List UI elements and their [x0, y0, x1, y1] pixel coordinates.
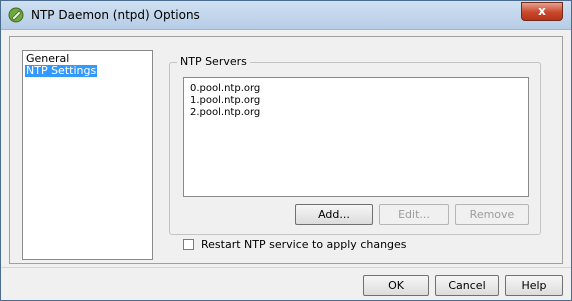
footer-divider [1, 267, 571, 268]
add-server-button[interactable]: Add... [295, 204, 373, 225]
app-icon [8, 7, 24, 23]
title-bar[interactable]: NTP Daemon (ntpd) Options x [1, 1, 571, 30]
window-title: NTP Daemon (ntpd) Options [31, 8, 200, 22]
ok-button[interactable]: OK [363, 275, 429, 296]
close-icon: x [538, 4, 546, 18]
list-item[interactable]: 0.pool.ntp.org [190, 83, 260, 95]
restart-ntp-checkbox-label: Restart NTP service to apply changes [201, 238, 407, 251]
cancel-button[interactable]: Cancel [435, 275, 499, 296]
nav-item-ntp-settings[interactable]: NTP Settings [25, 65, 98, 77]
help-button[interactable]: Help [505, 275, 563, 296]
ntp-servers-group-label: NTP Servers [177, 56, 250, 68]
edit-server-button[interactable]: Edit... [379, 204, 449, 225]
ntp-server-list[interactable]: 0.pool.ntp.org 1.pool.ntp.org 2.pool.ntp… [183, 77, 529, 197]
remove-server-button[interactable]: Remove [455, 204, 529, 225]
restart-ntp-checkbox[interactable] [183, 239, 194, 250]
dialog-window: NTP Daemon (ntpd) Options x General NTP … [0, 0, 572, 301]
list-item[interactable]: 2.pool.ntp.org [190, 107, 260, 119]
settings-nav-list[interactable]: General NTP Settings [22, 50, 153, 260]
list-item[interactable]: 1.pool.ntp.org [190, 95, 260, 107]
close-button[interactable]: x [521, 2, 563, 21]
